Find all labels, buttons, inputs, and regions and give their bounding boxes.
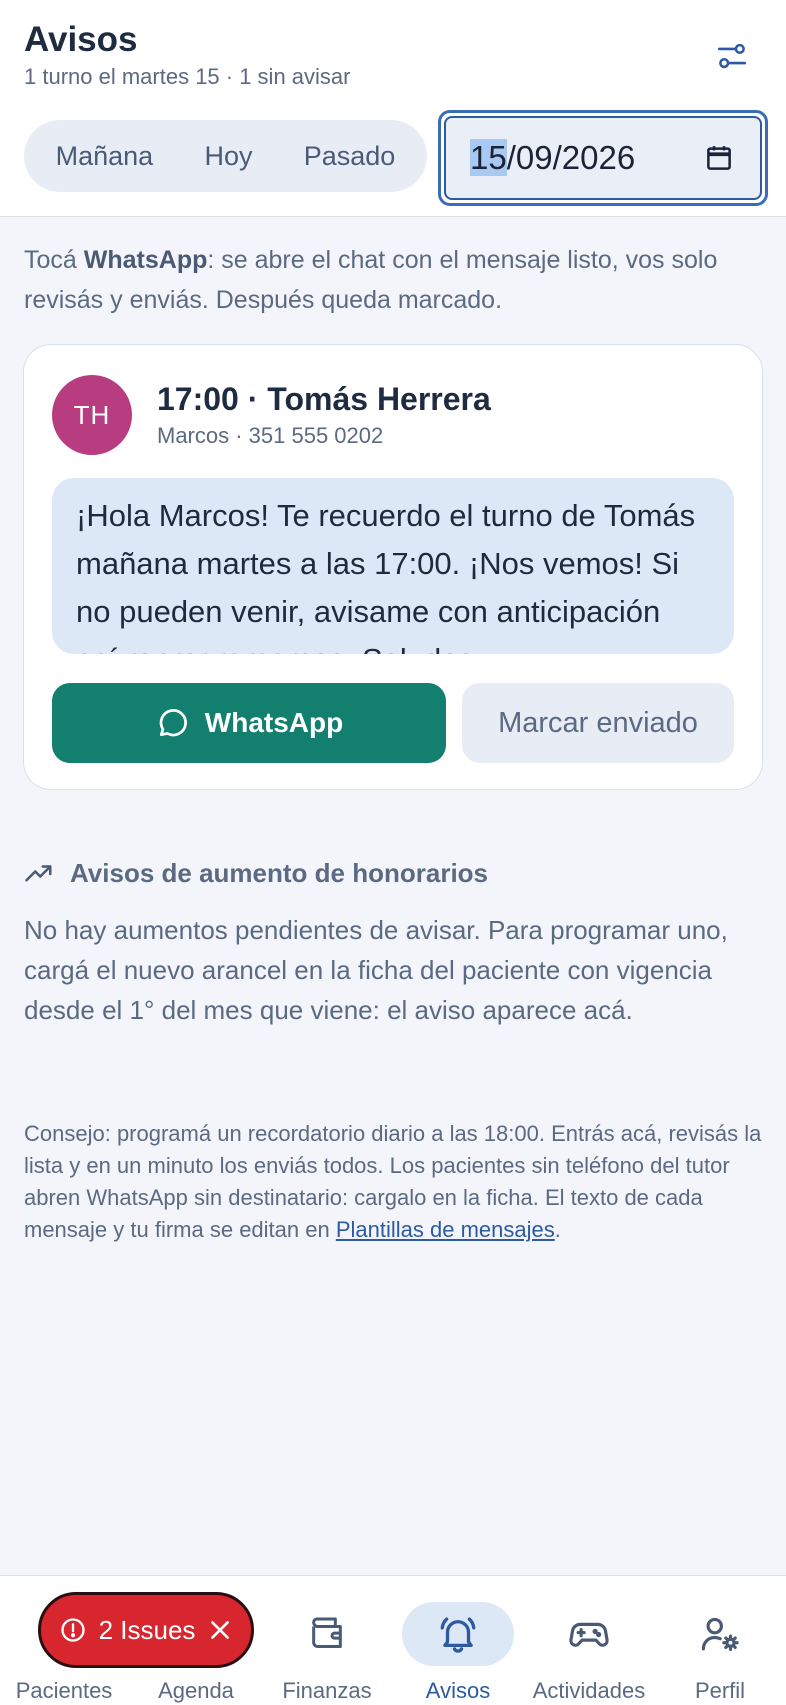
page-title: Avisos bbox=[24, 20, 138, 59]
nav-icon-wrap-finanzas bbox=[271, 1602, 383, 1666]
nav-label-actividades: Actividades bbox=[532, 1678, 646, 1703]
whatsapp-label: WhatsApp bbox=[204, 707, 344, 738]
avatar: TH bbox=[52, 375, 132, 455]
nav-label-avisos: Avisos bbox=[425, 1678, 491, 1703]
trending-up-icon bbox=[25, 864, 52, 881]
nav-label-finanzas: Finanzas bbox=[282, 1678, 372, 1703]
nav-item-avisos[interactable]: Avisos bbox=[402, 1576, 514, 1705]
nav-label-perfil: Perfil bbox=[694, 1678, 746, 1703]
reminder-card: TH 17:00 · Tomás Herrera Marcos · 351 55… bbox=[23, 344, 763, 790]
tab-pasado[interactable]: Pasado bbox=[286, 131, 414, 182]
wallet-icon bbox=[312, 1617, 342, 1648]
date-day-segment[interactable]: 15 bbox=[470, 139, 507, 176]
page-subtitle: 1 turno el martes 15 · 1 sin avisar bbox=[24, 64, 351, 89]
issues-badge[interactable]: 2 Issues bbox=[38, 1592, 254, 1668]
intro-bold: WhatsApp bbox=[83, 246, 208, 274]
issues-label: 2 Issues bbox=[98, 1614, 196, 1645]
templates-link[interactable]: Plantillas de mensajes bbox=[336, 1217, 555, 1242]
calendar-icon[interactable] bbox=[704, 143, 734, 173]
date-input[interactable]: 15/09/2026 bbox=[438, 110, 768, 206]
fees-section-header: Avisos de aumento de honorarios bbox=[24, 858, 488, 889]
nav-item-perfil[interactable]: Perfil bbox=[664, 1576, 776, 1705]
message-preview[interactable]: ¡Hola Marcos! Te recuerdo el turno de To… bbox=[52, 478, 734, 654]
nav-label-agenda: Agenda bbox=[158, 1678, 234, 1703]
alert-circle-icon bbox=[60, 1618, 85, 1642]
close-icon[interactable] bbox=[207, 1617, 233, 1643]
intro-text: Tocá WhatsApp: se abre el chat con el me… bbox=[24, 240, 744, 320]
fees-section-title: Avisos de aumento de honorarios bbox=[70, 858, 489, 888]
nav-item-finanzas[interactable]: Finanzas bbox=[271, 1576, 383, 1705]
tab-hoy[interactable]: Hoy bbox=[186, 131, 270, 182]
intro-before: Tocá bbox=[24, 246, 84, 274]
whatsapp-button[interactable]: WhatsApp bbox=[52, 683, 446, 763]
nav-icon-wrap-perfil bbox=[664, 1602, 776, 1666]
sliders-icon bbox=[717, 43, 747, 69]
tab-manana[interactable]: Mañana bbox=[38, 131, 172, 182]
tip-end: . bbox=[554, 1217, 561, 1242]
mark-sent-button[interactable]: Marcar enviado bbox=[462, 683, 734, 763]
nav-item-actividades[interactable]: Actividades bbox=[533, 1576, 645, 1705]
nav-icon-wrap-avisos bbox=[402, 1602, 514, 1666]
nav-label-pacientes: Pacientes bbox=[15, 1678, 113, 1703]
reminder-subtitle: Marcos · 351 555 0202 bbox=[157, 423, 384, 448]
reminder-title: 17:00 · Tomás Herrera bbox=[157, 381, 491, 417]
top-header: Avisos 1 turno el martes 15 · 1 sin avis… bbox=[0, 0, 786, 217]
fees-section-body: No hay aumentos pendientes de avisar. Pa… bbox=[24, 915, 728, 1025]
date-value: 15/09/2026 bbox=[470, 139, 704, 177]
user-gear-icon bbox=[701, 1617, 739, 1651]
whatsapp-icon bbox=[159, 709, 187, 737]
bell-icon bbox=[440, 1617, 476, 1653]
date-rest-segment[interactable]: /09/2026 bbox=[507, 139, 635, 176]
gamepad-icon bbox=[569, 1622, 609, 1647]
day-tabs: Mañana Hoy Pasado bbox=[24, 120, 427, 192]
filter-button[interactable] bbox=[712, 36, 752, 76]
nav-icon-wrap-actividades bbox=[533, 1602, 645, 1666]
date-input-field[interactable]: 15/09/2026 bbox=[444, 116, 762, 200]
tip-text: Consejo: programá un recordatorio diario… bbox=[24, 1118, 764, 1246]
